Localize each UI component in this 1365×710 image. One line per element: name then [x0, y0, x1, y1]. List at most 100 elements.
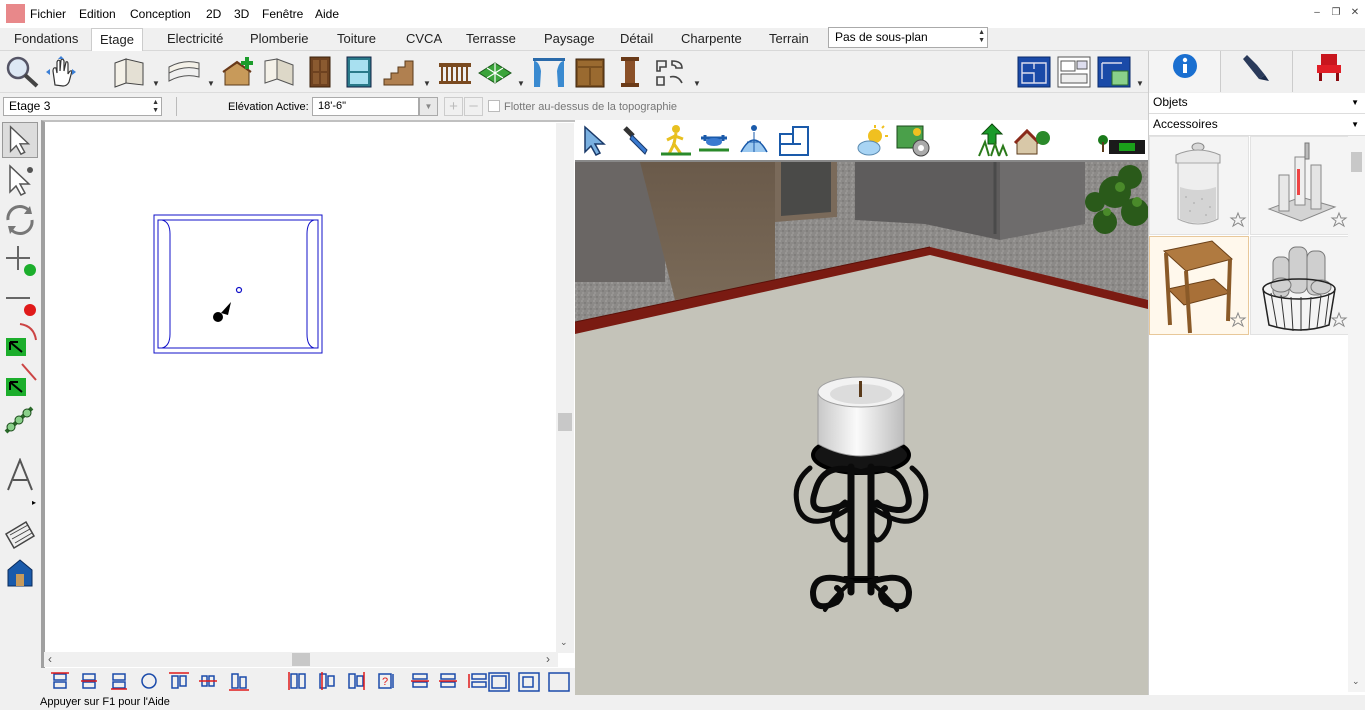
cabinet-icon[interactable] — [572, 55, 608, 89]
topography-checkbox[interactable] — [488, 100, 500, 112]
window-icon[interactable] — [341, 55, 377, 89]
library-item-towel-basket[interactable] — [1250, 236, 1350, 335]
join-lines-icon[interactable] — [2, 362, 38, 398]
align-toolbar: ? — [41, 668, 575, 695]
plan-view-icon[interactable] — [1016, 55, 1052, 89]
terrain-up-icon[interactable] — [975, 122, 1009, 158]
render-settings-icon[interactable] — [895, 124, 931, 158]
scroll-thumb[interactable] — [1351, 152, 1362, 172]
menu-fenetre[interactable]: Fenêtre — [262, 7, 303, 21]
column-icon[interactable] — [612, 55, 648, 89]
camera-toolbar — [575, 120, 1148, 162]
menu-2d[interactable]: 2D — [206, 7, 221, 21]
menu-fichier[interactable]: Fichier — [30, 7, 66, 21]
camera-film-icon[interactable] — [2, 514, 38, 550]
tab-detail[interactable]: Détail — [612, 28, 661, 51]
tab-objects[interactable] — [1293, 51, 1365, 92]
elevation-value: 18'-6" — [318, 100, 347, 112]
floor-plan-camera-icon[interactable] — [777, 124, 811, 158]
tab-cvca[interactable]: CVCA — [398, 28, 450, 51]
tab-plomberie[interactable]: Plomberie — [242, 28, 317, 51]
add-point-icon[interactable] — [2, 242, 38, 278]
room-walls-icon[interactable] — [261, 55, 297, 89]
zoom-icon[interactable] — [4, 55, 40, 89]
chevron-down-icon[interactable]: ▼ — [517, 79, 525, 88]
plan-horizontal-scrollbar[interactable]: ‹ › — [44, 652, 558, 667]
chevron-down-icon[interactable]: ▼ — [207, 79, 215, 88]
sun-cloud-icon[interactable] — [855, 124, 889, 158]
plan-vertical-scrollbar[interactable]: ⌄ — [556, 123, 574, 653]
align-tools-strip: ? — [51, 672, 570, 692]
wall-curve-icon[interactable] — [166, 55, 202, 89]
chevron-left-icon[interactable]: ‹ — [48, 652, 52, 666]
chevron-right-icon[interactable]: ▸ — [32, 498, 36, 507]
subplan-select[interactable]: Pas de sous-plan ▲ ▼ — [828, 27, 988, 48]
library-item-corner-shelf[interactable] — [1149, 236, 1249, 335]
scroll-thumb[interactable] — [292, 653, 310, 666]
chevron-right-icon[interactable]: › — [546, 652, 550, 666]
restore-icon[interactable]: ❐ — [1329, 7, 1343, 21]
tab-terrain[interactable]: Terrain — [761, 28, 817, 51]
door-icon[interactable] — [302, 55, 338, 89]
add-room-icon[interactable] — [221, 55, 257, 89]
tab-charpente[interactable]: Charpente — [673, 28, 750, 51]
menu-3d[interactable]: 3D — [234, 7, 249, 21]
chevron-down-icon[interactable]: ▼ — [693, 79, 701, 88]
scroll-thumb[interactable] — [558, 413, 572, 431]
eyedropper-icon[interactable] — [619, 124, 653, 158]
pan-hand-icon[interactable] — [43, 55, 79, 89]
walk-person-icon[interactable] — [659, 124, 693, 158]
elevation-input[interactable]: 18'-6" — [312, 97, 419, 116]
library-scrollbar[interactable]: ⌄ — [1348, 136, 1365, 692]
tab-paysage[interactable]: Paysage — [536, 28, 603, 51]
close-icon[interactable]: ✕ — [1348, 7, 1362, 21]
chevron-down-icon[interactable]: ⌄ — [560, 637, 568, 648]
plan-view-2d[interactable] — [41, 120, 575, 668]
menu-edition[interactable]: Edition — [79, 7, 116, 21]
wall-tool-icon[interactable] — [111, 55, 147, 89]
library-subcategory-select[interactable]: Accessoires ▼ — [1149, 115, 1365, 136]
tab-electricite[interactable]: Electricité — [159, 28, 231, 51]
chevron-down-icon[interactable]: ▼ — [1136, 79, 1144, 88]
rotate-icon[interactable] — [2, 202, 38, 238]
view-3d[interactable] — [575, 162, 1148, 695]
house-3d-icon[interactable] — [2, 554, 38, 590]
elevation-dropdown-icon[interactable]: ▼ — [419, 97, 438, 116]
text-icon[interactable] — [2, 458, 38, 494]
library-item-sugar-jar[interactable] — [1149, 136, 1249, 235]
chevron-down-icon[interactable]: ▼ — [423, 79, 431, 88]
shapes-icon[interactable] — [652, 55, 688, 89]
orbit-camera-icon[interactable] — [737, 124, 771, 158]
tab-terrasse[interactable]: Terrasse — [458, 28, 524, 51]
tab-info[interactable] — [1149, 51, 1221, 92]
camera-plan-icon[interactable] — [1096, 55, 1132, 89]
floor-select[interactable]: Etage 3 ▲ ▼ — [3, 97, 162, 116]
chevron-down-icon[interactable]: ⌄ — [1352, 676, 1360, 687]
chevron-down-icon[interactable]: ▼ — [152, 79, 160, 88]
drone-icon[interactable] — [697, 124, 731, 158]
tab-materials[interactable] — [1221, 51, 1293, 92]
menu-conception[interactable]: Conception — [130, 7, 191, 21]
railing-icon[interactable] — [437, 55, 473, 89]
minimize-icon[interactable]: – — [1310, 7, 1324, 21]
plant-toggle-icon[interactable] — [1097, 132, 1147, 158]
tab-etage[interactable]: Etage — [91, 28, 143, 52]
house-landscape-icon[interactable] — [1013, 124, 1051, 158]
tab-toiture[interactable]: Toiture — [329, 28, 384, 51]
curtains-icon[interactable] — [531, 55, 567, 89]
select-arrow-3d-icon[interactable] — [579, 124, 613, 158]
stairs-icon[interactable] — [381, 55, 417, 89]
menu-aide[interactable]: Aide — [315, 7, 339, 21]
select-multiple-icon[interactable] — [2, 162, 38, 198]
tab-fondations[interactable]: Fondations — [6, 28, 86, 51]
transform-icon[interactable] — [2, 402, 38, 438]
break-line-icon[interactable] — [2, 322, 38, 358]
remove-elevation-icon[interactable]: – — [464, 97, 483, 116]
library-item-candle-set[interactable] — [1250, 136, 1350, 235]
layout-view-icon[interactable] — [1056, 55, 1092, 89]
add-elevation-icon[interactable]: + — [444, 97, 463, 116]
library-category-select[interactable]: Objets ▼ — [1149, 93, 1365, 114]
floor-pattern-icon[interactable] — [477, 55, 513, 89]
select-arrow-icon[interactable] — [2, 122, 38, 158]
remove-point-icon[interactable] — [2, 282, 38, 318]
